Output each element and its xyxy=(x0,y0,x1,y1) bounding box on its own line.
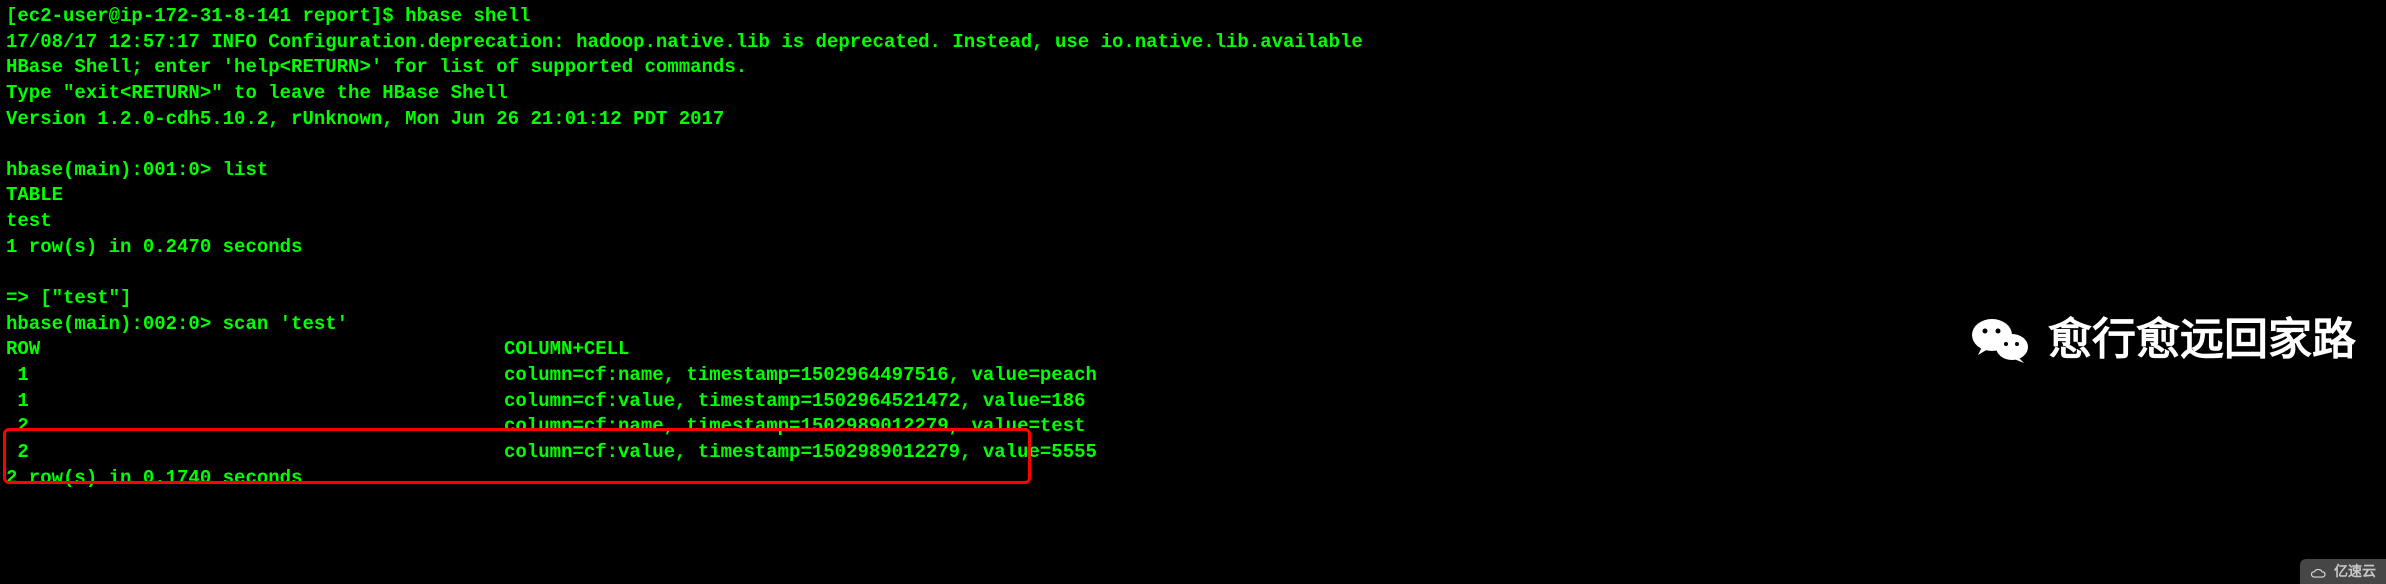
banner-line: Version 1.2.0-cdh5.10.2, rUnknown, Mon J… xyxy=(6,107,2380,133)
scan-row: 2column=cf:name, timestamp=1502989012279… xyxy=(6,414,2380,440)
scan-row-key: 1 xyxy=(6,389,504,415)
hbase-command: scan 'test' xyxy=(223,313,348,335)
corner-badge: 亿速云 xyxy=(2300,559,2386,584)
hbase-prompt-line: hbase(main):002:0> scan 'test' xyxy=(6,312,2380,338)
banner-line: Type "exit<RETURN>" to leave the HBase S… xyxy=(6,81,2380,107)
scan-row-cell: column=cf:name, timestamp=1502989012279,… xyxy=(504,414,1086,440)
scan-row-cell: column=cf:name, timestamp=1502964497516,… xyxy=(504,363,1097,389)
list-row: test xyxy=(6,209,2380,235)
scan-header-row: ROW xyxy=(6,337,504,363)
banner-line: 17/08/17 12:57:17 INFO Configuration.dep… xyxy=(6,30,2380,56)
shell-prompt: [ec2-user@ip-172-31-8-141 report]$ xyxy=(6,5,405,27)
scan-row: 1column=cf:name, timestamp=1502964497516… xyxy=(6,363,2380,389)
banner-line: HBase Shell; enter 'help<RETURN>' for li… xyxy=(6,55,2380,81)
corner-badge-text: 亿速云 xyxy=(2334,562,2376,581)
hbase-prompt: hbase(main):002:0> xyxy=(6,313,223,335)
terminal-output[interactable]: [ec2-user@ip-172-31-8-141 report]$ hbase… xyxy=(6,4,2380,491)
scan-summary: 2 row(s) in 0.1740 seconds xyxy=(6,466,2380,492)
scan-row-key: 2 xyxy=(6,440,504,466)
scan-row: 1column=cf:value, timestamp=150296452147… xyxy=(6,389,2380,415)
shell-command: hbase shell xyxy=(405,5,530,27)
cloud-icon xyxy=(2310,566,2328,578)
scan-row-cell: column=cf:value, timestamp=1502964521472… xyxy=(504,389,1086,415)
scan-row-cell: column=cf:value, timestamp=1502989012279… xyxy=(504,440,1097,466)
hbase-command: list xyxy=(223,159,269,181)
hbase-prompt-line: hbase(main):001:0> list xyxy=(6,158,2380,184)
scan-row-key: 2 xyxy=(6,414,504,440)
scan-header: ROWCOLUMN+CELL xyxy=(6,337,2380,363)
list-return: => ["test"] xyxy=(6,286,2380,312)
hbase-prompt: hbase(main):001:0> xyxy=(6,159,223,181)
blank-line xyxy=(6,132,2380,158)
scan-row-key: 1 xyxy=(6,363,504,389)
list-header: TABLE xyxy=(6,183,2380,209)
scan-row: 2column=cf:value, timestamp=150298901227… xyxy=(6,440,2380,466)
scan-header-col: COLUMN+CELL xyxy=(504,337,629,363)
shell-prompt-line: [ec2-user@ip-172-31-8-141 report]$ hbase… xyxy=(6,4,2380,30)
list-summary: 1 row(s) in 0.2470 seconds xyxy=(6,235,2380,261)
blank-line xyxy=(6,260,2380,286)
